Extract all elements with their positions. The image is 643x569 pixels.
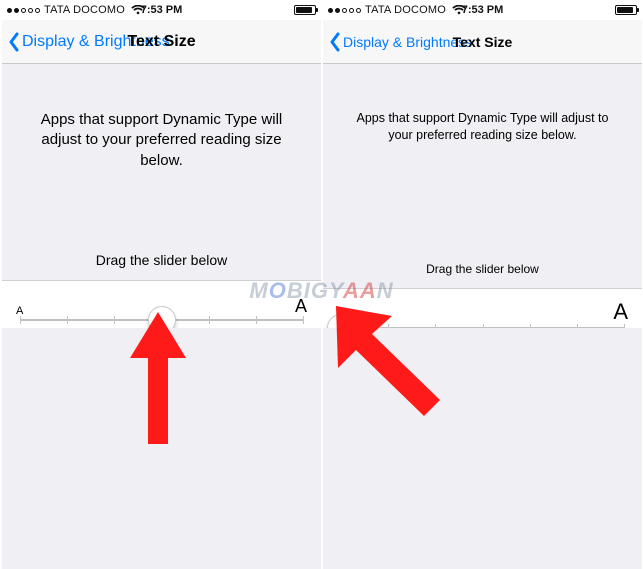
left-screenshot: TATA DOCOMO 7:53 PM Display & Brightness… xyxy=(2,0,321,569)
instruction-text: Drag the slider below xyxy=(323,234,642,288)
page-title: Text Size xyxy=(453,34,513,50)
nav-bar: Display & Brightness Text Size xyxy=(2,20,321,64)
description-text: Apps that support Dynamic Type will adju… xyxy=(323,64,642,234)
status-time: 7:53 PM xyxy=(462,4,504,16)
battery-icon xyxy=(615,5,637,15)
empty-area xyxy=(2,328,321,569)
signal-dots-icon xyxy=(7,8,40,13)
empty-area xyxy=(323,328,642,569)
max-size-glyph: A xyxy=(613,299,628,325)
status-time: 7:53 PM xyxy=(141,4,183,16)
chevron-left-icon xyxy=(329,32,341,52)
page-title: Text Size xyxy=(127,33,195,51)
instruction-text: Drag the slider below xyxy=(2,234,321,280)
status-bar: TATA DOCOMO 7:53 PM xyxy=(323,0,642,20)
max-size-glyph: A xyxy=(295,296,307,317)
status-bar: TATA DOCOMO 7:53 PM xyxy=(2,0,321,20)
carrier-label: TATA DOCOMO xyxy=(44,4,125,16)
right-screenshot: TATA DOCOMO 7:53 PM Display & Brightness… xyxy=(323,0,642,569)
chevron-left-icon xyxy=(8,32,20,52)
description-text: Apps that support Dynamic Type will adju… xyxy=(2,64,321,234)
carrier-label: TATA DOCOMO xyxy=(365,4,446,16)
nav-bar: Display & Brightness Text Size xyxy=(323,20,642,64)
battery-icon xyxy=(294,5,316,15)
text-size-slider[interactable] xyxy=(20,319,303,321)
signal-dots-icon xyxy=(328,8,361,13)
back-button[interactable]: Display & Brightness xyxy=(329,32,472,52)
